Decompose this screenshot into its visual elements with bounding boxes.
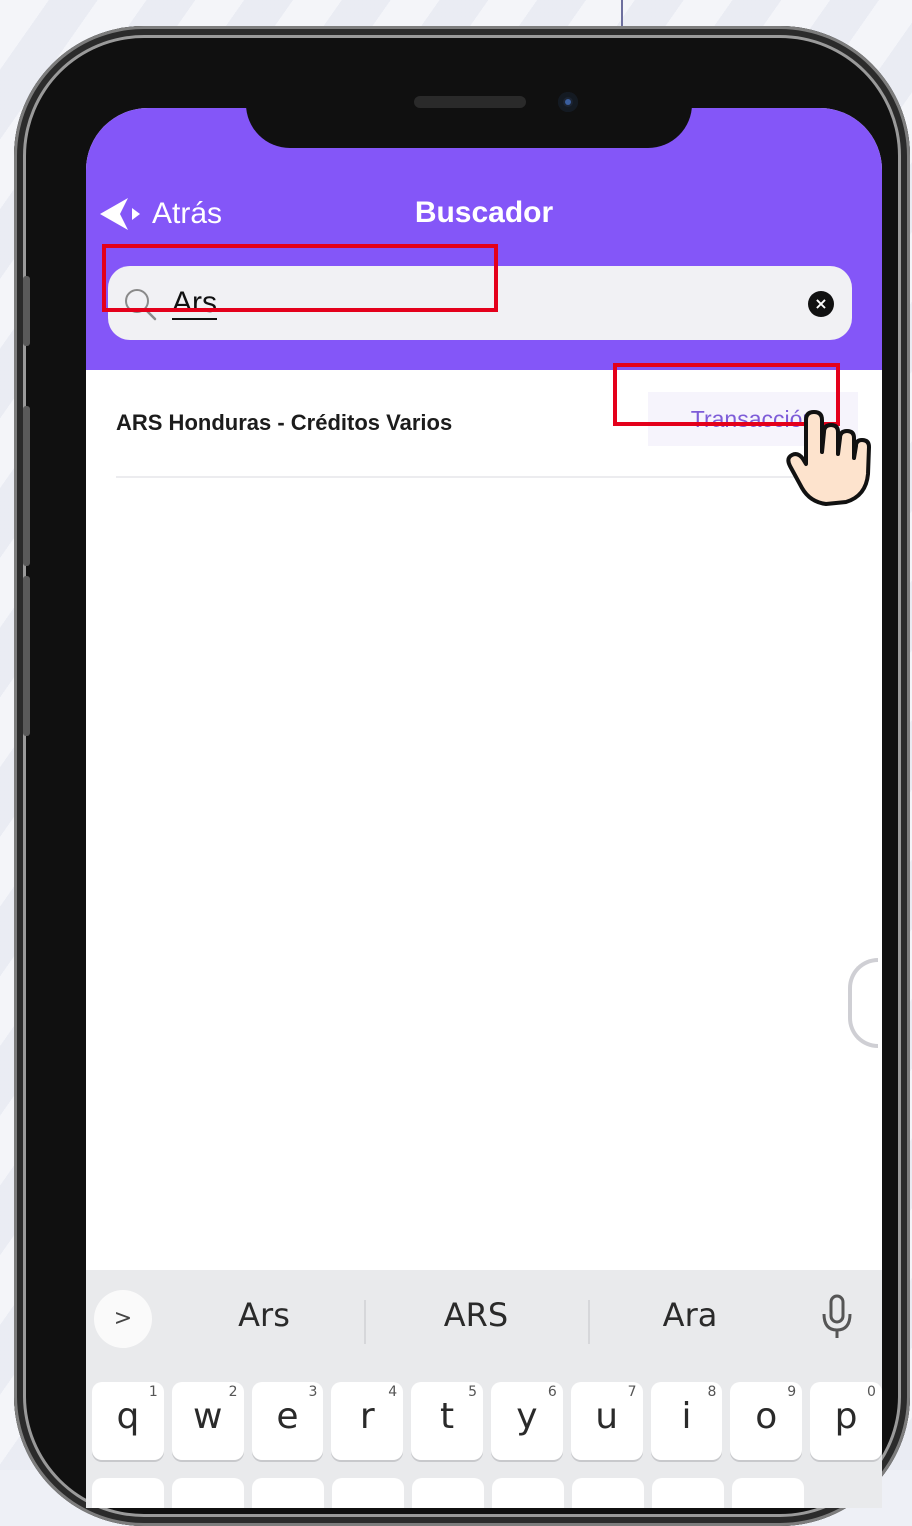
key-u[interactable]: u7	[570, 1382, 643, 1460]
key-letter: o	[755, 1396, 778, 1437]
suggestion-2[interactable]: ARS	[376, 1296, 576, 1334]
result-name: ARS Honduras - Créditos Varios	[116, 410, 453, 435]
list-item[interactable]: ARS Honduras - Créditos Varios Transacci…	[116, 370, 858, 478]
search-icon	[125, 289, 157, 321]
key-number: 3	[308, 1384, 318, 1400]
key-partial[interactable]	[252, 1478, 324, 1508]
key-number: 5	[468, 1384, 477, 1400]
suggestion-1[interactable]: Ars	[164, 1296, 364, 1334]
clear-search-icon[interactable]: ×	[808, 291, 834, 317]
pointing-hand-icon	[786, 410, 871, 506]
key-partial[interactable]	[492, 1478, 564, 1508]
key-y[interactable]: y6	[490, 1382, 563, 1460]
key-o[interactable]: o9	[730, 1382, 803, 1460]
key-letter: p	[834, 1396, 858, 1437]
on-screen-keyboard: > Ars ARS Ara q1 w2 e3 r4 t5 y6 u7 i 8 o…	[86, 1270, 882, 1508]
key-letter: e	[276, 1396, 299, 1437]
key-number: 6	[547, 1384, 557, 1400]
suggestion-3[interactable]: Ara	[590, 1296, 790, 1334]
side-button-volume-down	[23, 576, 30, 736]
speaker-grille	[414, 96, 526, 108]
key-e[interactable]: e3	[251, 1382, 324, 1460]
floating-edge-handle[interactable]	[848, 958, 878, 1048]
key-q[interactable]: q1	[92, 1382, 164, 1460]
key-r[interactable]: r4	[331, 1382, 404, 1460]
side-button-silent	[23, 276, 30, 346]
key-partial[interactable]	[412, 1478, 484, 1508]
key-number: 0	[867, 1384, 876, 1400]
key-number: 2	[228, 1384, 238, 1400]
key-number: 4	[388, 1384, 398, 1400]
search-bar[interactable]: ×	[108, 266, 852, 340]
page-title: Buscador	[414, 196, 554, 229]
front-camera	[558, 92, 578, 112]
key-letter: w	[192, 1396, 223, 1437]
key-letter: y	[516, 1396, 538, 1437]
keyboard-row-2	[92, 1478, 882, 1508]
key-partial[interactable]	[732, 1478, 804, 1508]
key-partial[interactable]	[332, 1478, 404, 1508]
suggestion-bar: > Ars ARS Ara	[86, 1270, 882, 1368]
key-number: 9	[787, 1384, 797, 1400]
microphone-icon[interactable]	[820, 1292, 854, 1342]
key-p[interactable]: p0	[810, 1382, 882, 1460]
key-letter: i	[681, 1396, 692, 1437]
side-button-volume-up	[23, 406, 30, 566]
search-input[interactable]	[170, 280, 774, 326]
phone-screen: Atrás Buscador × ARS Honduras - Créditos…	[86, 108, 882, 1508]
key-partial[interactable]	[92, 1478, 164, 1508]
key-letter: t	[440, 1396, 455, 1437]
key-partial[interactable]	[172, 1478, 244, 1508]
key-number: 7	[627, 1384, 637, 1400]
key-t[interactable]: t5	[411, 1382, 483, 1460]
key-letter: r	[359, 1396, 375, 1437]
key-partial[interactable]	[652, 1478, 724, 1508]
key-number: 8	[707, 1384, 717, 1400]
key-w[interactable]: w2	[171, 1382, 244, 1460]
chevron-right-icon[interactable]: >	[94, 1290, 152, 1348]
key-letter: u	[595, 1396, 619, 1437]
key-i[interactable]: i8	[650, 1382, 723, 1460]
key-number: 1	[148, 1384, 158, 1400]
key-partial[interactable]	[572, 1478, 644, 1508]
suggestion-divider	[364, 1300, 366, 1344]
phone-frame: Atrás Buscador × ARS Honduras - Créditos…	[14, 26, 910, 1526]
key-letter: q	[116, 1396, 140, 1437]
keyboard-row-1: q1 w2 e3 r4 t5 y6 u7 i8 o9 p0	[92, 1382, 882, 1460]
